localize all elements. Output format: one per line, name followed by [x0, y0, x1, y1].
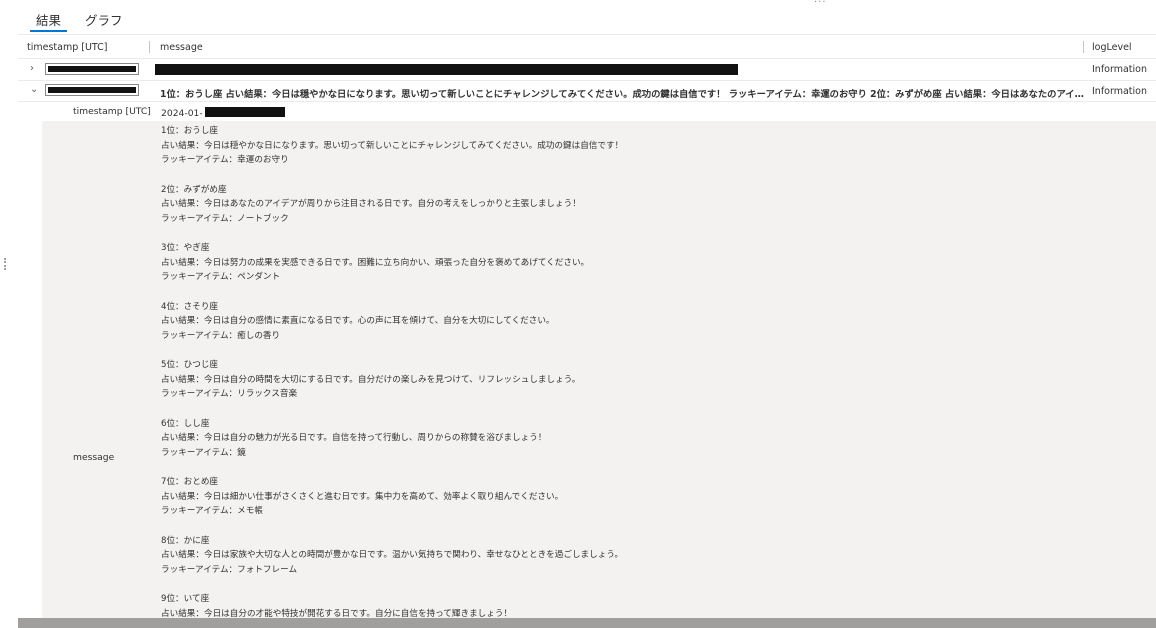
column-header-loglevel[interactable]: logLevel [1092, 42, 1132, 53]
detail-timestamp-label: timestamp [UTC] [73, 106, 151, 117]
list-item: 2位：みずがめ座 占い結果：今日はあなたのアイデアが周りから注目される日です。自… [161, 184, 581, 224]
chevron-down-icon[interactable]: ⌄ [30, 84, 40, 96]
list-item: 7位：おとめ座 占い結果：今日は細かい仕事がさくさくと進む日です。集中力を高めて… [161, 477, 564, 516]
result-tabs: 結果 グラフ [24, 8, 135, 32]
list-item: 6位：しし座 占い結果：今日は自分の魅力が光る日です。自信を持って行動し、周りか… [161, 418, 547, 458]
side-resize-grip-icon[interactable] [4, 258, 6, 270]
column-header-timestamp[interactable]: timestamp [UTC] [27, 42, 108, 53]
horizontal-scrollbar[interactable] [18, 618, 1156, 628]
column-separator[interactable] [149, 41, 150, 53]
list-item: 5位：ひつじ座 占い結果：今日は自分の時間を大切にする日です。自分だけの楽しみを… [161, 360, 581, 399]
grid-header: timestamp [UTC] message logLevel [18, 35, 1156, 59]
expanded-row-detail: timestamp [UTC] 2024-01- message 1位：おうし座… [42, 102, 1156, 622]
message-cell: 1位：おうし座 占い結果：今日は穏やかな日になります。思い切って新しいことにチャ… [160, 89, 1090, 100]
table-row[interactable]: ⌄ 1位：おうし座 占い結果：今日は穏やかな日になります。思い切って新しいことに… [18, 81, 1156, 102]
chevron-right-icon[interactable]: › [30, 63, 40, 75]
log-results-panel: ··· 結果 グラフ timestamp [UTC] message logLe… [0, 0, 1156, 628]
tab-chart[interactable]: グラフ [73, 8, 135, 32]
list-item: 1位：おうし座 占い結果：今日は穏やかな日になります。思い切って新しいことにチャ… [161, 126, 624, 165]
resize-handle-icon[interactable]: ··· [814, 0, 827, 8]
detail-timestamp-row: timestamp [UTC] 2024-01- [42, 102, 1156, 121]
loglevel-cell: Information [1092, 86, 1147, 97]
column-header-message[interactable]: message [160, 42, 203, 53]
list-item: 9位：いて座 占い結果：今日は自分の才能や特技が開花する日です。自分に自信を持っ… [161, 594, 513, 619]
column-separator[interactable] [1083, 41, 1084, 53]
redacted-timestamp [45, 63, 139, 75]
redacted-timestamp [45, 84, 139, 96]
detail-message-label: message [73, 452, 115, 463]
list-item: 3位：やぎ座 占い結果：今日は努力の成果を実感できる日です。困難に立ち向かい、頑… [161, 243, 590, 282]
loglevel-cell: Information [1092, 64, 1147, 75]
table-row[interactable]: › Information [18, 59, 1156, 81]
redacted-message [155, 64, 738, 75]
detail-message-value: 1位：おうし座 占い結果：今日は穏やかな日になります。思い切って新しいことにチャ… [161, 124, 1141, 628]
detail-timestamp-value: 2024-01- [161, 106, 285, 119]
results-grid: timestamp [UTC] message logLevel › Infor… [18, 34, 1156, 628]
tab-results[interactable]: 結果 [24, 8, 73, 32]
redacted-timestamp-rest [204, 107, 285, 117]
list-item: 4位：さそり座 占い結果：今日は自分の感情に素直になる日です。心の声に耳を傾けて… [161, 301, 555, 341]
list-item: 8位：かに座 占い結果：今日は家族や大切な人との時間が豊かな日です。温かい気持ち… [161, 535, 624, 575]
